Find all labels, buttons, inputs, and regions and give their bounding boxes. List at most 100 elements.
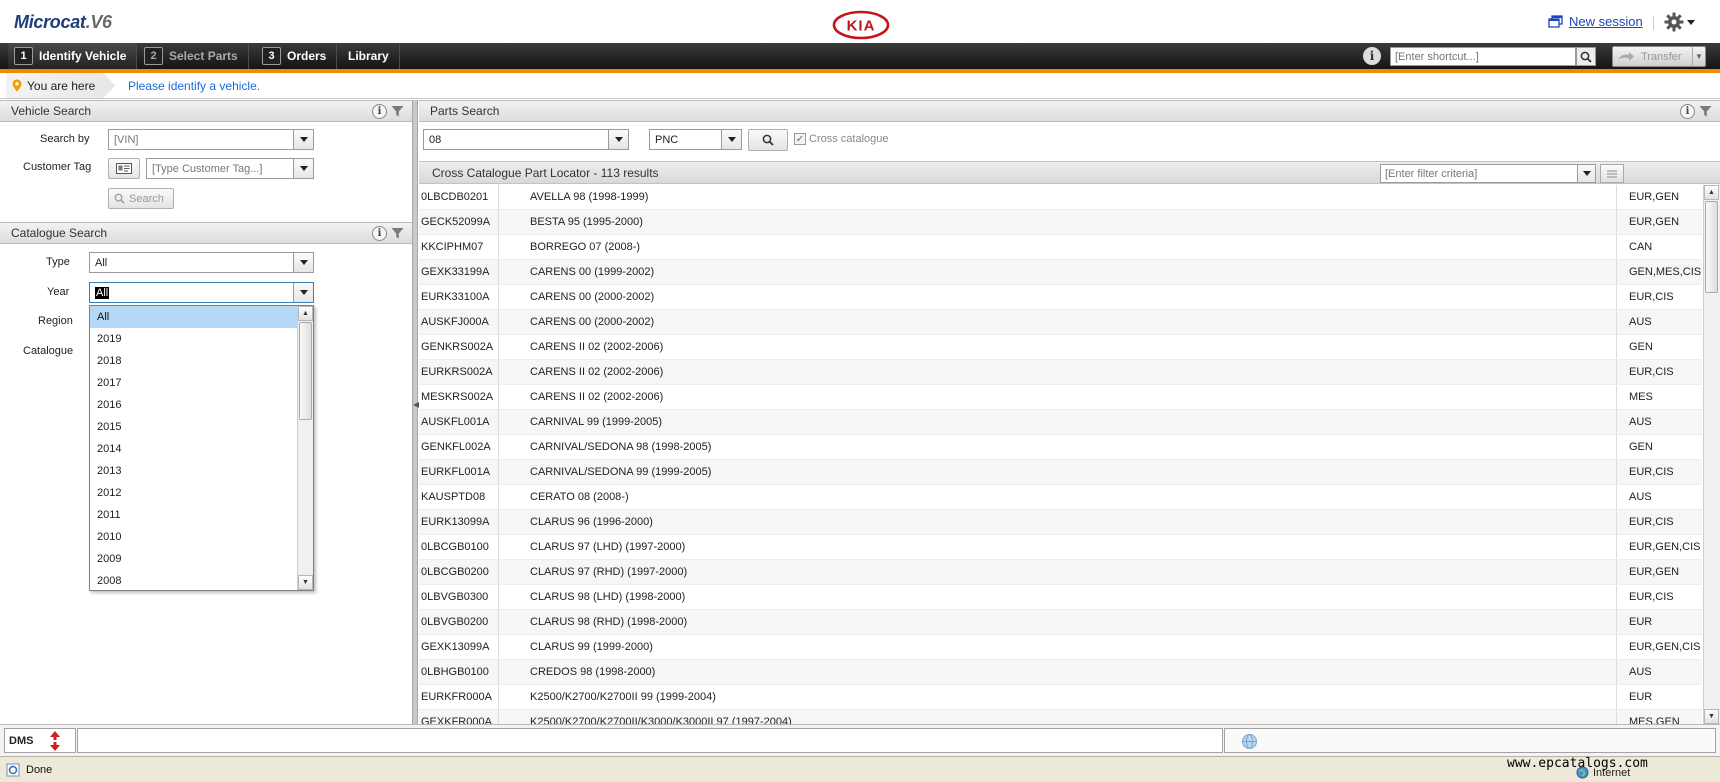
year-option[interactable]: 2008: [90, 570, 298, 592]
tab-identify-vehicle[interactable]: 1 Identify Vehicle: [8, 43, 138, 69]
customer-tag-combo[interactable]: [Type Customer Tag...]: [146, 158, 314, 179]
table-row[interactable]: AUSKFL001A CARNIVAL 99 (1999-2005) AUS: [419, 410, 1702, 435]
chevron-down-icon[interactable]: [293, 159, 313, 178]
scroll-thumb[interactable]: [299, 322, 312, 420]
shortcut-search-button[interactable]: [1576, 47, 1596, 66]
info-icon[interactable]: i: [1680, 104, 1695, 119]
table-row[interactable]: GEXK13099A CLARUS 99 (1999-2000) EUR,GEN,C…: [419, 635, 1702, 660]
info-icon[interactable]: i: [372, 226, 387, 241]
filter-icon[interactable]: [391, 105, 404, 118]
scroll-up-icon[interactable]: ▲: [1704, 185, 1719, 200]
tab-library[interactable]: Library: [338, 43, 400, 69]
filter-icon[interactable]: [391, 227, 404, 240]
search-by-select[interactable]: [VIN]: [108, 129, 314, 150]
shortcut-input[interactable]: [1390, 47, 1576, 66]
chevron-down-icon[interactable]: [293, 283, 313, 302]
year-dropdown-list[interactable]: All 2019 2018 2017 2016 2015 2014 2013 2012 2011 2…: [89, 305, 314, 591]
scroll-thumb[interactable]: [1705, 201, 1718, 293]
table-row[interactable]: GEXK33199A CARENS 00 (1999-2002) GEN,MES,C…: [419, 260, 1702, 285]
results-scrollbar[interactable]: ▲ ▼: [1703, 185, 1720, 724]
settings-menu[interactable]: [1664, 12, 1695, 32]
cross-catalogue-option[interactable]: ✓ Cross catalogue: [794, 133, 889, 145]
year-option[interactable]: 2011: [90, 504, 298, 526]
table-row[interactable]: 0LBVGB0300 CLARUS 98 (LHD) (1998-2000) EUR…: [419, 585, 1702, 610]
year-option[interactable]: 2013: [90, 460, 298, 482]
tab-orders[interactable]: 3 Orders: [256, 43, 338, 69]
filter-placeholder[interactable]: [Enter filter criteria]: [1381, 168, 1577, 180]
table-row[interactable]: GENKFL002A CARNIVAL/SEDONA 98 (1998-2005)…: [419, 435, 1702, 460]
region-cell: EUR,GEN: [1629, 566, 1680, 578]
part-query-combo[interactable]: 08: [423, 129, 629, 150]
new-session-label[interactable]: New session: [1569, 14, 1643, 29]
info-icon[interactable]: i: [1363, 47, 1381, 65]
tab-select-parts[interactable]: 2 Select Parts: [138, 43, 249, 69]
year-option[interactable]: 2015: [90, 416, 298, 438]
customer-card-button[interactable]: [108, 158, 140, 179]
vehicle-search-button[interactable]: Search: [108, 188, 174, 209]
catalogue-code-cell: EURK33100A: [419, 285, 499, 309]
header-divider: [1653, 16, 1654, 30]
table-row[interactable]: 0LBCGB0100 CLARUS 97 (LHD) (1997-2000) EUR…: [419, 535, 1702, 560]
table-row[interactable]: 0LBCGB0200 CLARUS 97 (RHD) (1997-2000) EUR…: [419, 560, 1702, 585]
cross-catalogue-checkbox[interactable]: ✓: [794, 133, 806, 145]
table-row[interactable]: 0LBVGB0200 CLARUS 98 (RHD) (1998-2000) EUR: [419, 610, 1702, 635]
transfer-button[interactable]: Transfer ▼: [1612, 46, 1706, 67]
year-value[interactable]: All: [90, 286, 293, 299]
chevron-down-icon[interactable]: [1687, 16, 1695, 28]
table-row[interactable]: EURKFL001A CARNIVAL/SEDONA 99 (1999-2005)…: [419, 460, 1702, 485]
scroll-down-icon[interactable]: ▼: [298, 575, 313, 590]
customer-tag-placeholder[interactable]: [Type Customer Tag...]: [147, 163, 293, 175]
chevron-down-icon[interactable]: [293, 130, 313, 149]
table-row[interactable]: EURK33100A CARENS 00 (2000-2002) EUR,CIS: [419, 285, 1702, 310]
table-row[interactable]: KAUSPTD08 CERATO 08 (2008-) AUS: [419, 485, 1702, 510]
search-mode-select[interactable]: PNC: [649, 129, 742, 150]
year-option[interactable]: 2016: [90, 394, 298, 416]
parts-search-button[interactable]: [748, 129, 788, 151]
table-row[interactable]: MESKRS002A CARENS II 02 (2002-2006) MES: [419, 385, 1702, 410]
collapse-left-icon[interactable]: ◀: [413, 400, 419, 414]
chevron-down-icon[interactable]: [1577, 165, 1595, 182]
new-session-link[interactable]: New session: [1548, 14, 1643, 29]
table-row[interactable]: AUSKFJ000A CARENS 00 (2000-2002) AUS: [419, 310, 1702, 335]
panel-splitter[interactable]: ◀: [412, 100, 419, 724]
year-list-scrollbar[interactable]: ▲ ▼: [297, 306, 313, 590]
type-select[interactable]: All: [89, 252, 314, 273]
year-option[interactable]: 2009: [90, 548, 298, 570]
table-row[interactable]: GENKRS002A CARENS II 02 (2002-2006) GEN: [419, 335, 1702, 360]
results-table: 0LBCDB0201 AVELLA 98 (1998-1999) EUR,GEN GE…: [419, 185, 1702, 724]
year-select[interactable]: All: [89, 282, 314, 303]
table-row[interactable]: KKCIPHM07 BORREGO 07 (2008-) CAN: [419, 235, 1702, 260]
catalogue-description-cell: CARNIVAL 99 (1999-2005): [499, 410, 1617, 434]
dms-sync-icon[interactable]: [49, 730, 61, 751]
scroll-up-icon[interactable]: ▲: [298, 306, 313, 321]
year-option[interactable]: 2012: [90, 482, 298, 504]
table-row[interactable]: EURKFR000A K2500/K2700/K2700II 99 (1999-2…: [419, 685, 1702, 710]
info-icon[interactable]: i: [372, 104, 387, 119]
year-option[interactable]: All: [90, 306, 298, 328]
table-row[interactable]: 0LBHGB0100 CREDOS 98 (1998-2000) AUS: [419, 660, 1702, 685]
table-row[interactable]: GEXKFR000A K2500/K2700/K2700II/K3000/K300…: [419, 710, 1702, 724]
table-row[interactable]: 0LBCDB0201 AVELLA 98 (1998-1999) EUR,GEN: [419, 185, 1702, 210]
chevron-down-icon[interactable]: [608, 130, 628, 149]
year-option[interactable]: 2014: [90, 438, 298, 460]
region-cell: EUR: [1629, 616, 1653, 628]
dms-box[interactable]: DMS: [4, 728, 76, 753]
columns-button[interactable]: [1600, 164, 1624, 183]
chevron-down-icon[interactable]: [721, 130, 741, 149]
year-option[interactable]: 2010: [90, 526, 298, 548]
catalogue-description-cell: CARENS II 02 (2002-2006): [499, 335, 1617, 359]
gear-icon[interactable]: [1664, 12, 1684, 32]
table-row[interactable]: GECK52099A BESTA 95 (1995-2000) EUR,GEN: [419, 210, 1702, 235]
year-option[interactable]: 2017: [90, 372, 298, 394]
chevron-down-icon[interactable]: [293, 253, 313, 272]
tab-label: Select Parts: [169, 49, 238, 63]
scroll-down-icon[interactable]: ▼: [1704, 709, 1719, 724]
filter-input[interactable]: [Enter filter criteria]: [1380, 164, 1596, 183]
table-row[interactable]: EURK13099A CLARUS 96 (1996-2000) EUR,CIS: [419, 510, 1702, 535]
year-option[interactable]: 2019: [90, 328, 298, 350]
table-row[interactable]: EURKRS002A CARENS II 02 (2002-2006) EUR,CI…: [419, 360, 1702, 385]
year-option[interactable]: 2018: [90, 350, 298, 372]
filter-icon[interactable]: [1699, 105, 1712, 118]
part-query-value[interactable]: 08: [424, 134, 608, 146]
chevron-down-icon[interactable]: ▼: [1692, 47, 1705, 66]
